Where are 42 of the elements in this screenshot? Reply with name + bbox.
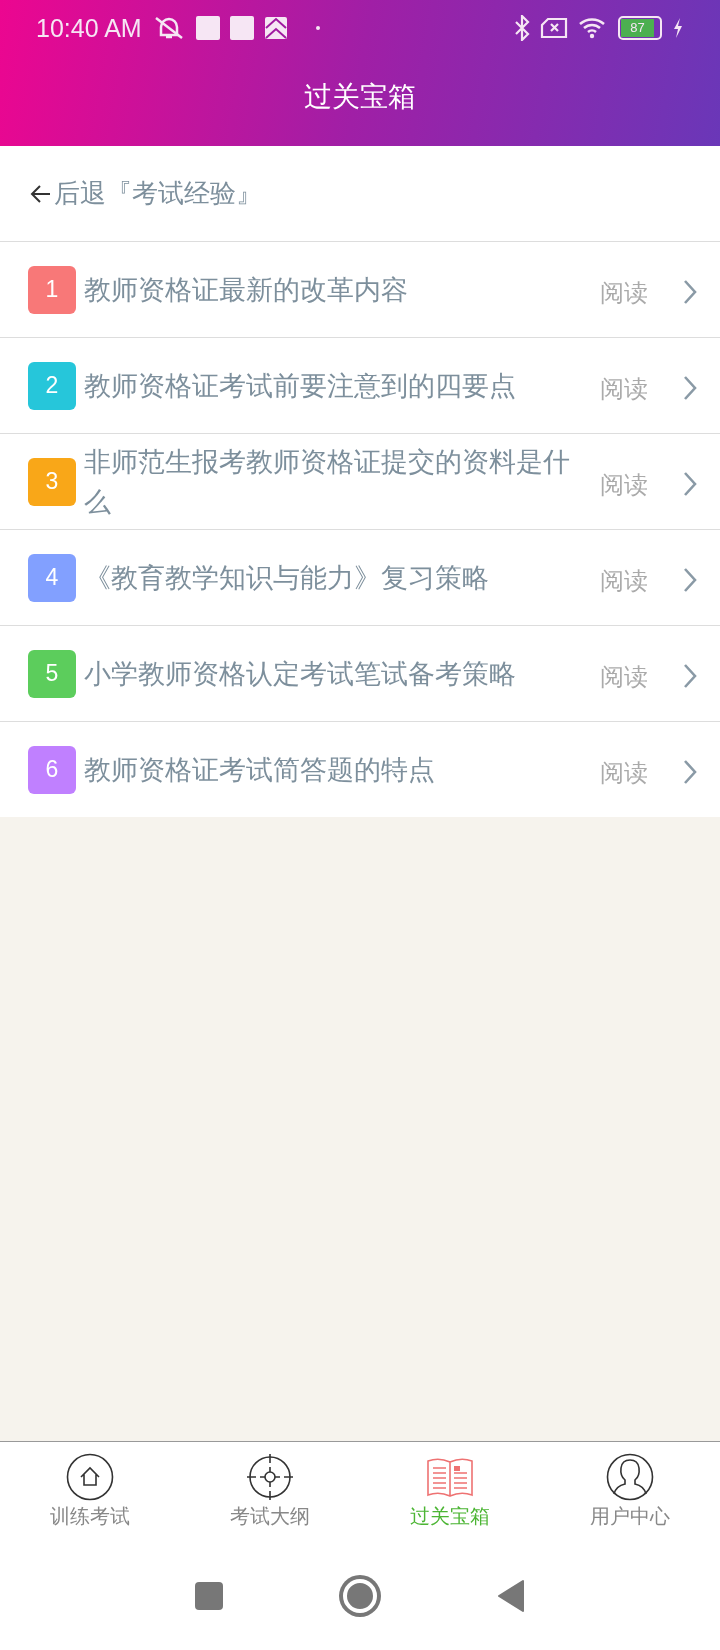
notification-icon bbox=[195, 16, 220, 40]
number-badge: 2 bbox=[28, 361, 76, 410]
crosshair-icon bbox=[246, 1453, 294, 1501]
number-badge: 4 bbox=[28, 553, 76, 602]
number-badge: 3 bbox=[28, 457, 76, 506]
number-badge: 1 bbox=[28, 265, 76, 314]
read-label: 阅读 bbox=[600, 469, 648, 501]
article-title: 《教育教学知识与能力》复习策略 bbox=[84, 560, 490, 595]
article-row[interactable]: 5 小学教师资格认定考试笔试备考策略 阅读 bbox=[0, 626, 720, 722]
tab[interactable]: 用户中心 bbox=[540, 1442, 720, 1542]
article-title: 教师资格证考试前要注意到的四要点 bbox=[84, 368, 517, 403]
back-arrow-icon bbox=[30, 183, 52, 204]
read-label: 阅读 bbox=[600, 757, 648, 789]
tab[interactable]: 过关宝箱 bbox=[360, 1442, 540, 1542]
article-row[interactable]: 6 教师资格证考试简答题的特点 阅读 bbox=[0, 722, 720, 817]
home-icon bbox=[66, 1453, 114, 1501]
article-title: 教师资格证最新的改革内容 bbox=[84, 272, 409, 307]
read-label: 阅读 bbox=[600, 373, 648, 405]
article-title: 非师范生报考教师资格证提交的资料是什么 bbox=[84, 444, 571, 519]
article-row[interactable]: 1 教师资格证最新的改革内容 阅读 bbox=[0, 242, 720, 338]
read-label: 阅读 bbox=[600, 277, 648, 309]
number-badge: 5 bbox=[28, 649, 76, 698]
bluetooth-icon bbox=[514, 15, 530, 41]
article-row[interactable]: 4 《教育教学知识与能力》复习策略 阅读 bbox=[0, 530, 720, 626]
article-title: 教师资格证考试简答题的特点 bbox=[84, 752, 436, 787]
user-icon bbox=[606, 1453, 654, 1501]
article-row[interactable]: 2 教师资格证考试前要注意到的四要点 阅读 bbox=[0, 338, 720, 434]
back-link[interactable]: 后退『考试经验』 bbox=[0, 146, 720, 242]
back-button[interactable] bbox=[497, 1579, 525, 1613]
read-label: 阅读 bbox=[600, 661, 648, 693]
dot-icon bbox=[315, 26, 320, 30]
battery-level: 87 bbox=[621, 19, 655, 37]
number-badge: 6 bbox=[28, 745, 76, 794]
tab[interactable]: 考试大纲 bbox=[180, 1442, 360, 1542]
charging-icon bbox=[672, 17, 684, 39]
article-title: 小学教师资格认定考试笔试备考策略 bbox=[84, 656, 517, 691]
page-title: 过关宝箱 bbox=[303, 79, 417, 115]
read-label: 阅读 bbox=[600, 565, 648, 597]
status-time: 10:40 AM bbox=[36, 13, 142, 43]
sim-card-icon bbox=[540, 17, 568, 39]
notification-icon bbox=[229, 16, 254, 40]
tab[interactable]: 训练考试 bbox=[0, 1442, 180, 1542]
